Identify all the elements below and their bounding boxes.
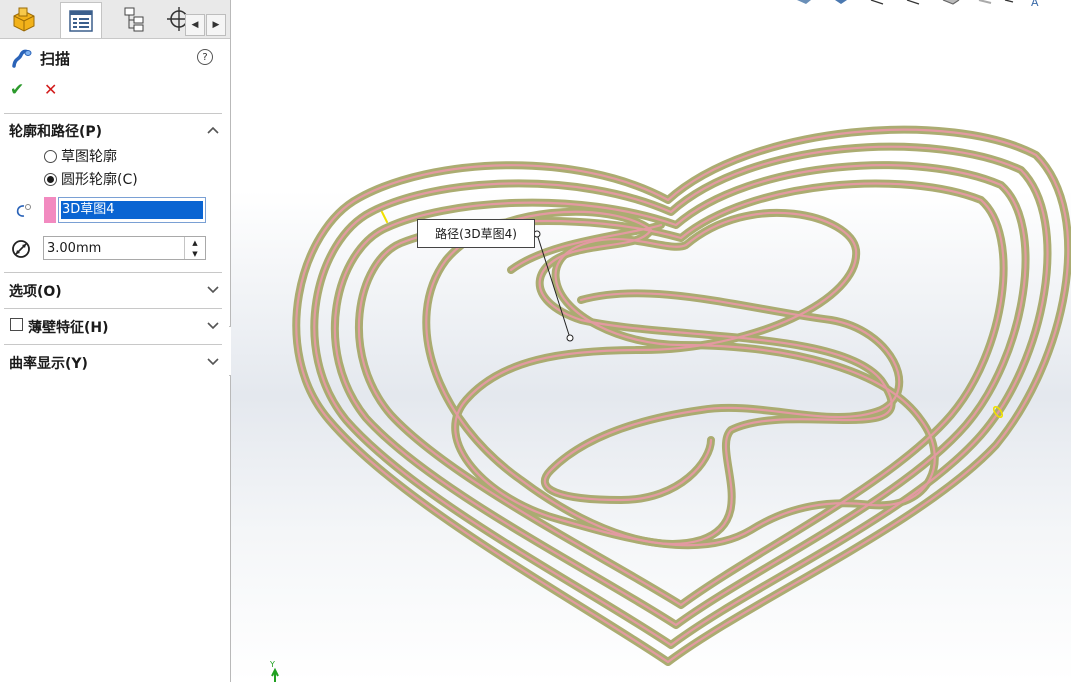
section-title: 轮廓和路径(P)	[9, 124, 103, 140]
radio-label: 草图轮廓	[61, 149, 117, 165]
divider	[4, 344, 222, 345]
heads-up-toolbar[interactable]: A	[797, 0, 1039, 9]
close-icon: ✕	[44, 80, 58, 99]
cancel-button[interactable]: ✕	[44, 80, 57, 99]
sweep-feature-icon	[12, 49, 32, 68]
chevron-down-icon	[207, 286, 219, 294]
path-icon	[16, 204, 31, 217]
divider	[4, 308, 222, 309]
ok-button[interactable]: ✔	[10, 80, 24, 100]
propertymanager-tab[interactable]	[60, 2, 102, 38]
path-selection-value: 3D草图4	[61, 201, 203, 219]
diameter-spinner[interactable]: ▲ ▼	[184, 237, 205, 259]
arrow-right-icon: ▶	[212, 20, 220, 30]
sweep-model[interactable]: A Y	[231, 0, 1071, 682]
section-title: 曲率显示(Y)	[9, 356, 88, 372]
radio-button-checked[interactable]	[44, 172, 57, 186]
appearance-icon: A	[1031, 0, 1039, 9]
tab-scroll-right-button[interactable]: ▶	[206, 14, 226, 36]
help-button[interactable]: ?	[197, 49, 213, 65]
path-callout[interactable]: 路径(3D草图4)	[417, 219, 535, 248]
part-icon	[13, 7, 35, 32]
configurationmanager-tab[interactable]	[114, 2, 154, 36]
svg-text:Y: Y	[269, 660, 275, 669]
reference-triad: Y	[269, 660, 279, 682]
callout-label: 路径(3D草图4)	[435, 227, 517, 241]
arrow-left-icon: ◀	[191, 20, 199, 30]
section-title: 薄壁特征(H)	[28, 320, 109, 336]
feature-title: 扫描	[40, 50, 71, 68]
help-icon: ?	[202, 51, 208, 63]
featuremanager-tab[interactable]	[4, 2, 44, 36]
path-color-swatch	[44, 197, 56, 223]
chevron-up-icon	[207, 126, 219, 134]
divider	[4, 113, 222, 114]
configuration-tree-icon	[124, 7, 144, 32]
start-marker	[381, 211, 388, 223]
feature-title-row: 扫描 ?	[0, 44, 230, 72]
chevron-down-icon	[207, 358, 219, 366]
thin-feature-checkbox[interactable]	[10, 318, 23, 331]
property-list-icon	[69, 9, 93, 32]
divider	[4, 272, 222, 273]
tab-scroll-left-button[interactable]: ◀	[185, 14, 205, 36]
diameter-icon	[12, 240, 30, 258]
spin-up-button[interactable]: ▲	[185, 237, 205, 248]
section-title: 选项(O)	[9, 284, 62, 300]
radio-button[interactable]	[44, 149, 57, 163]
triangle-down-icon: ▼	[192, 249, 198, 258]
graphics-area[interactable]: A Y 路径(3D草图4)	[231, 0, 1071, 682]
radio-label: 圆形轮廓(C)	[61, 172, 138, 188]
manager-tabs: ◀ ▶	[0, 0, 230, 39]
spin-down-button[interactable]: ▼	[185, 248, 205, 259]
chevron-down-icon	[207, 322, 219, 330]
triangle-up-icon: ▲	[192, 238, 198, 247]
diameter-value: 3.00mm	[47, 241, 102, 256]
checkmark-icon: ✔	[10, 80, 25, 100]
property-manager-panel: ◀ ▶ 扫描 ? ✔ ✕ 轮廓和路径(P) 草图轮廓 圆形轮廓(C) 3D草图4	[0, 0, 231, 682]
sweep-tubes	[292, 125, 1071, 666]
diameter-input[interactable]: 3.00mm ▲ ▼	[43, 236, 206, 260]
radio-sketch-profile[interactable]: 草图轮廓	[44, 146, 117, 166]
path-selection-box[interactable]: 3D草图4	[58, 197, 206, 223]
radio-circular-profile[interactable]: 圆形轮廓(C)	[44, 169, 138, 189]
